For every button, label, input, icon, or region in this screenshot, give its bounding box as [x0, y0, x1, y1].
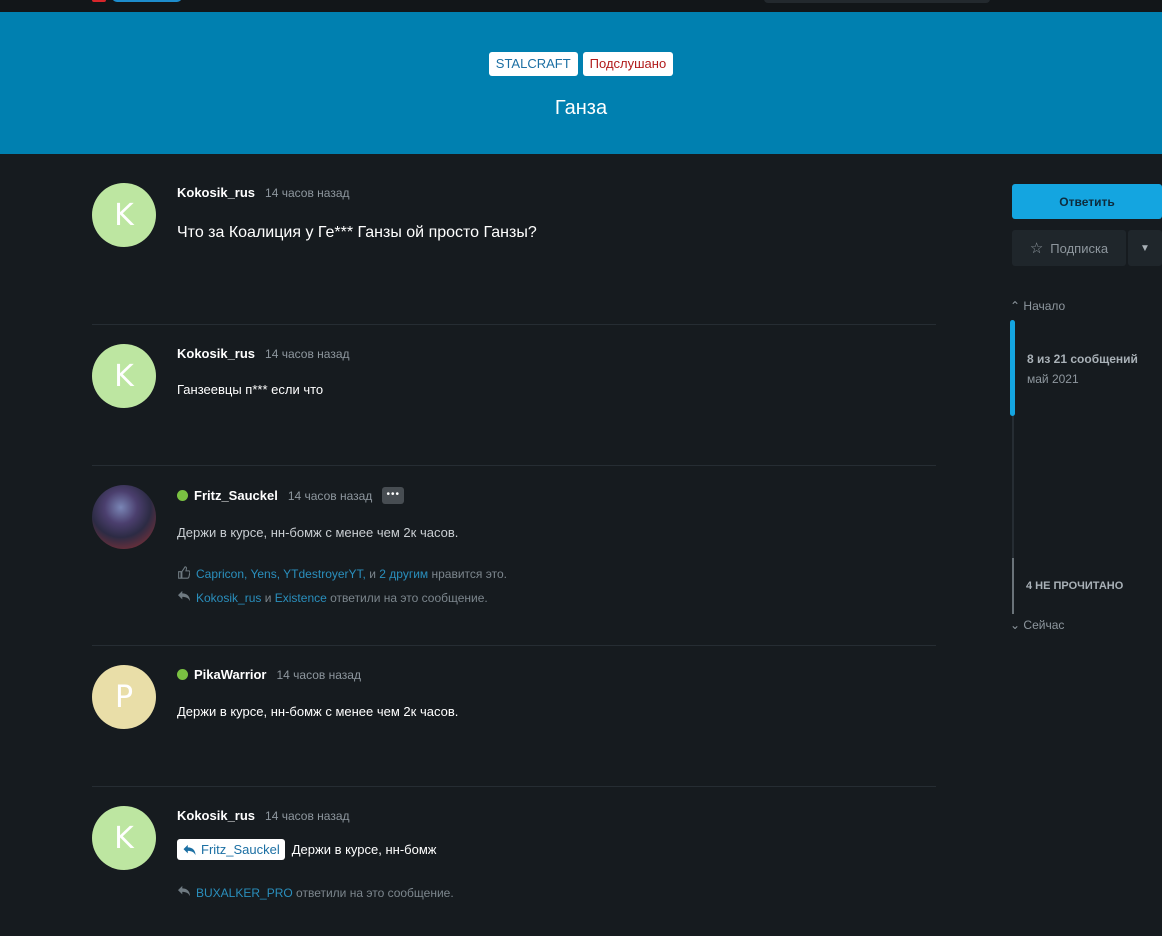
avatar[interactable]: P	[92, 665, 156, 729]
online-indicator	[177, 490, 188, 501]
post-text: Что за Коалиция у Ге*** Ганзы ой просто …	[177, 224, 537, 241]
post-meta: PikaWarrior 14 часов назад	[177, 667, 361, 682]
subscribe-label: Подписка	[1050, 240, 1109, 256]
star-icon: ☆	[1029, 240, 1044, 257]
replies-summary: Kokosik_rus и Existence ответили на это …	[177, 590, 488, 605]
likes-summary: Capricon, Yens, YTdestroyerYT, и 2 други…	[177, 566, 507, 582]
avatar[interactable]: K	[92, 183, 156, 247]
reply-button[interactable]: Ответить	[1012, 184, 1162, 219]
post-time[interactable]: 14 часов назад	[265, 809, 349, 823]
double-chevron-down-icon: ⌄	[1010, 618, 1021, 632]
thread-header: STALCRAFT Подслушано Ганза	[0, 12, 1162, 154]
post-time[interactable]: 14 часов назад	[265, 347, 349, 361]
post-meta: Kokosik_rus 14 часов назад	[177, 346, 350, 361]
scroll-to-now-link[interactable]: ⌄ Сейчас	[1010, 618, 1064, 632]
username[interactable]: Kokosik_rus	[177, 808, 255, 823]
quoted-username: Fritz_Sauckel	[201, 842, 280, 857]
replies-suffix: ответили на это сообщение.	[296, 885, 454, 900]
post-text: Держи в курсе, нн-бомж с менее чем 2к ча…	[177, 704, 459, 719]
post-meta: Fritz_Sauckel 14 часов назад •••	[177, 487, 405, 504]
more-options-button[interactable]: •••	[382, 487, 405, 504]
subscribe-dropdown-button[interactable]: ▼	[1128, 230, 1162, 266]
post-divider	[92, 645, 936, 646]
username[interactable]: Kokosik_rus	[177, 346, 255, 361]
chevron-down-icon: ▼	[1140, 242, 1150, 254]
username[interactable]: PikaWarrior	[194, 667, 267, 682]
site-logo-mark[interactable]	[92, 0, 106, 2]
post-text: Держи в курсе, нн-бомж с менее чем 2к ча…	[177, 525, 459, 540]
search-input[interactable]	[764, 0, 990, 3]
post-divider	[92, 465, 936, 466]
replies-joiner: и	[264, 590, 272, 605]
subscribe-button[interactable]: ☆ Подписка	[1012, 230, 1126, 266]
replies-summary: BUXALKER_PRO ответили на это сообщение.	[177, 885, 454, 900]
username[interactable]: Fritz_Sauckel	[194, 488, 278, 503]
timeline-date: май 2021	[1027, 372, 1079, 386]
avatar[interactable]: K	[92, 806, 156, 870]
post-text: Держи в курсе, нн-бомж	[291, 842, 437, 857]
post-time[interactable]: 14 часов назад	[288, 489, 372, 503]
nav-start-label: Начало	[1023, 299, 1066, 313]
timeline-thumb[interactable]	[1010, 320, 1015, 416]
likes-suffix: нравится это.	[431, 567, 507, 581]
double-chevron-up-icon: ⌃	[1010, 299, 1021, 313]
timeline-position: 8 из 21 сообщений	[1027, 352, 1138, 366]
post-meta: Kokosik_rus 14 часов назад	[177, 808, 350, 823]
replied-user-link[interactable]: Existence	[275, 591, 327, 605]
avatar-image[interactable]	[92, 485, 156, 549]
post-divider	[92, 324, 936, 325]
replied-user-link[interactable]: Kokosik_rus	[196, 591, 261, 605]
unread-count[interactable]: 4 НЕ ПРОЧИТАНО	[1026, 580, 1123, 592]
post-body: Fritz_Sauckel Держи в курсе, нн-бомж	[177, 839, 436, 860]
top-navbar	[0, 0, 1162, 12]
username[interactable]: Kokosik_rus	[177, 185, 255, 200]
replies-suffix: ответили на это сообщение.	[330, 590, 488, 605]
post-time[interactable]: 14 часов назад	[277, 668, 361, 682]
post-text: Ганзеевцы п*** если что	[177, 382, 324, 397]
tag-overheard[interactable]: Подслушано	[582, 52, 674, 76]
reply-arrow-icon	[183, 844, 196, 855]
thread-title: Ганза	[554, 97, 608, 119]
unread-marker	[1012, 558, 1014, 614]
nav-now-label: Сейчас	[1023, 618, 1065, 632]
quote-reference[interactable]: Fritz_Sauckel	[177, 839, 285, 860]
post-meta: Kokosik_rus 14 часов назад	[177, 185, 350, 200]
online-indicator	[177, 669, 188, 680]
scroll-to-start-link[interactable]: ⌃ Начало	[1010, 299, 1065, 313]
likes-joiner: и	[369, 567, 376, 581]
replied-user-link[interactable]: BUXALKER_PRO	[196, 886, 293, 900]
liked-others-link[interactable]: 2 другим	[379, 567, 428, 581]
like-icon	[177, 566, 191, 582]
site-logo-text[interactable]	[112, 0, 182, 2]
post-time[interactable]: 14 часов назад	[265, 186, 349, 200]
liked-users-link[interactable]: Capricon, Yens, YTdestroyerYT,	[196, 567, 366, 581]
post-divider	[92, 786, 936, 787]
reply-icon	[177, 885, 191, 900]
thread-tags: STALCRAFT Подслушано	[0, 52, 1162, 76]
tag-stalcraft[interactable]: STALCRAFT	[488, 52, 578, 76]
reply-icon	[177, 590, 191, 605]
avatar[interactable]: K	[92, 344, 156, 408]
